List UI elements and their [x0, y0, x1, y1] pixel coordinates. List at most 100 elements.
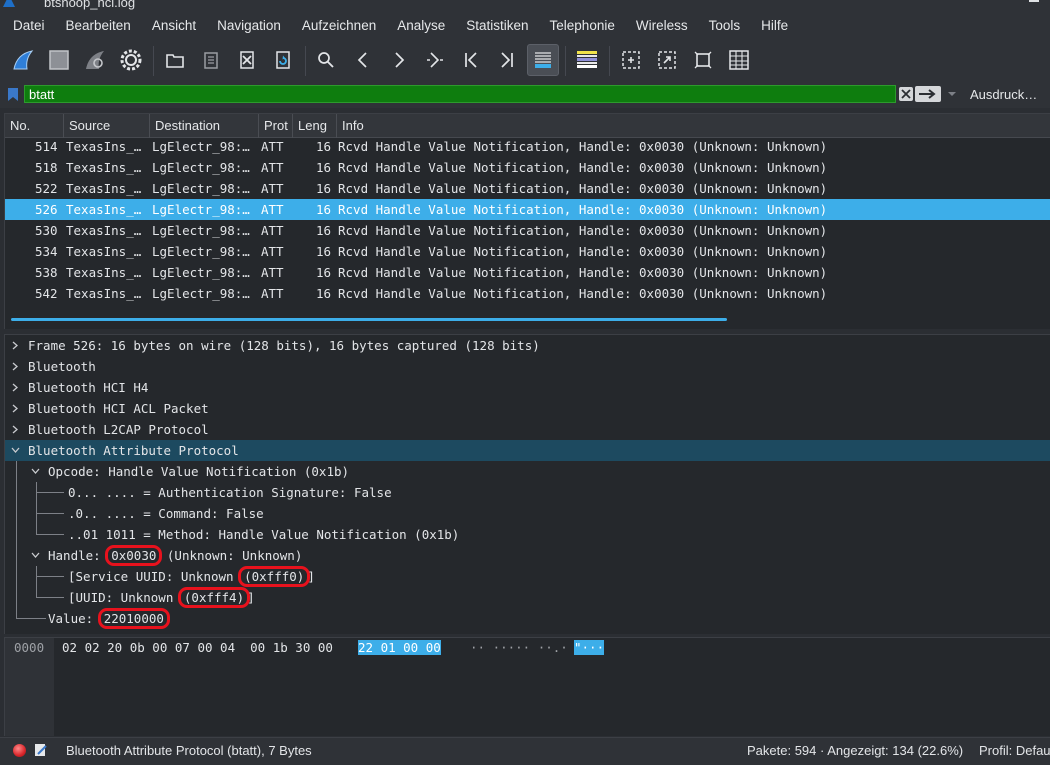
cell-info: Rcvd Handle Value Notification, Handle: …	[338, 223, 828, 238]
menu-wireless[interactable]: Wireless	[629, 18, 695, 33]
menu-navigation[interactable]: Navigation	[210, 18, 288, 33]
menubar: Datei Bearbeiten Ansicht Navigation Aufz…	[0, 10, 1050, 40]
menu-aufzeichnen[interactable]: Aufzeichnen	[295, 18, 383, 33]
chevron-right-icon[interactable]	[11, 362, 20, 371]
tree-node-label: Bluetooth L2CAP Protocol	[28, 422, 209, 437]
cell-no: 530	[35, 223, 58, 238]
table-row[interactable]: 522 TexasIns_… LgElectr_98:… ATT 16 Rcvd…	[5, 178, 1050, 199]
file-archive-icon[interactable]	[195, 44, 227, 76]
tree-node-frame[interactable]: Frame 526: 16 bytes on wire (128 bits), …	[5, 335, 1050, 356]
normal-size-icon[interactable]	[687, 44, 719, 76]
bookmark-icon[interactable]	[7, 87, 19, 102]
cell-no: 526	[35, 202, 58, 217]
open-folder-icon[interactable]	[159, 44, 191, 76]
cell-source: TexasIns_…	[66, 160, 142, 175]
search-icon[interactable]	[310, 44, 342, 76]
tree-leaf-value[interactable]: Value: 22010000	[5, 608, 1050, 629]
chevron-down-icon[interactable]	[31, 551, 40, 560]
bytes-offset: 0000	[14, 640, 45, 655]
tree-node-opcode[interactable]: Opcode: Handle Value Notification (0x1b)	[5, 461, 1050, 482]
menu-tools[interactable]: Tools	[702, 18, 748, 33]
cell-protocol: ATT	[261, 160, 284, 175]
back-arrow-icon[interactable]	[347, 44, 379, 76]
autoscroll-icon[interactable]	[527, 44, 559, 76]
cell-source: TexasIns_…	[66, 286, 142, 301]
tree-leaf-command[interactable]: .0.. .... = Command: False	[5, 503, 1050, 524]
packet-details-tree[interactable]: Frame 526: 16 bytes on wire (128 bits), …	[4, 334, 1050, 634]
horizontal-scrollbar[interactable]	[11, 318, 727, 321]
go-to-packet-icon[interactable]	[419, 44, 451, 76]
display-filter-input[interactable]: btatt	[24, 85, 896, 103]
tree-node-bluetooth[interactable]: Bluetooth	[5, 356, 1050, 377]
profile-indicator[interactable]: Profil: Default	[979, 743, 1050, 758]
cell-destination: LgElectr_98:…	[152, 202, 250, 217]
clear-filter-icon[interactable]	[898, 86, 914, 102]
minimize-icon[interactable]	[1028, 0, 1040, 6]
cell-destination: LgElectr_98:…	[152, 181, 250, 196]
chevron-right-icon[interactable]	[11, 341, 20, 350]
column-header-destination[interactable]: Destination	[150, 114, 259, 138]
expert-info-icon[interactable]	[13, 744, 26, 757]
status-bar: Bluetooth Attribute Protocol (btatt), 7 …	[0, 737, 1050, 765]
table-row[interactable]: 538 TexasIns_… LgElectr_98:… ATT 16 Rcvd…	[5, 262, 1050, 283]
packet-bytes-pane[interactable]: 0000 02 02 20 0b 00 07 00 04 00 1b 30 00…	[4, 637, 1050, 736]
table-row-selected[interactable]: 526 TexasIns_… LgElectr_98:… ATT 16 Rcvd…	[5, 199, 1050, 220]
tree-node-l2cap[interactable]: Bluetooth L2CAP Protocol	[5, 419, 1050, 440]
menu-telephonie[interactable]: Telephonie	[543, 18, 622, 33]
menu-datei[interactable]: Datei	[6, 18, 52, 33]
bytes-ascii-selected[interactable]: "···	[574, 640, 605, 655]
table-row[interactable]: 514 TexasIns_… LgElectr_98:… ATT 16 Rcvd…	[5, 136, 1050, 157]
tree-leaf-method[interactable]: ..01 1011 = Method: Handle Value Notific…	[5, 524, 1050, 545]
close-file-icon[interactable]	[231, 44, 263, 76]
expression-button[interactable]: Ausdruck…	[970, 87, 1037, 102]
shark-fin-restart-icon[interactable]	[79, 44, 111, 76]
table-row[interactable]: 518 TexasIns_… LgElectr_98:… ATT 16 Rcvd…	[5, 157, 1050, 178]
packet-list[interactable]: No. Source Destination Prot Leng Info 51…	[4, 113, 1050, 329]
chevron-down-icon[interactable]	[31, 467, 40, 476]
column-header-protocol[interactable]: Prot	[259, 114, 293, 138]
forward-arrow-icon[interactable]	[383, 44, 415, 76]
colorize-icon[interactable]	[571, 44, 603, 76]
shark-fin-start-icon[interactable]	[7, 44, 39, 76]
tree-node-hci-acl[interactable]: Bluetooth HCI ACL Packet	[5, 398, 1050, 419]
resize-columns-icon[interactable]	[723, 44, 755, 76]
table-row[interactable]: 534 TexasIns_… LgElectr_98:… ATT 16 Rcvd…	[5, 241, 1050, 262]
reload-icon[interactable]	[267, 44, 299, 76]
tree-node-label: Opcode: Handle Value Notification (0x1b)	[48, 464, 350, 479]
chevron-down-icon[interactable]	[945, 88, 959, 100]
column-header-info[interactable]: Info	[337, 114, 1050, 138]
menu-bearbeiten[interactable]: Bearbeiten	[59, 18, 138, 33]
tree-node-label: Frame 526: 16 bytes on wire (128 bits), …	[28, 338, 540, 353]
zoom-in-icon[interactable]	[615, 44, 647, 76]
menu-ansicht[interactable]: Ansicht	[145, 18, 203, 33]
table-row[interactable]: 530 TexasIns_… LgElectr_98:… ATT 16 Rcvd…	[5, 220, 1050, 241]
last-packet-icon[interactable]	[491, 44, 523, 76]
tree-leaf-auth-signature[interactable]: 0... .... = Authentication Signature: Fa…	[5, 482, 1050, 503]
menu-analyse[interactable]: Analyse	[390, 18, 452, 33]
tree-node-handle[interactable]: Handle: 0x0030 (Unknown: Unknown)	[5, 545, 1050, 566]
tree-node-label: Bluetooth HCI ACL Packet	[28, 401, 209, 416]
gear-options-icon[interactable]	[115, 44, 147, 76]
column-header-source[interactable]: Source	[64, 114, 150, 138]
menu-hilfe[interactable]: Hilfe	[754, 18, 795, 33]
chevron-right-icon[interactable]	[11, 404, 20, 413]
tree-node-hci-h4[interactable]: Bluetooth HCI H4	[5, 377, 1050, 398]
cell-info: Rcvd Handle Value Notification, Handle: …	[338, 202, 828, 217]
chevron-right-icon[interactable]	[11, 425, 20, 434]
tree-leaf-service-uuid[interactable]: [Service UUID: Unknown (0xfff0)]	[5, 566, 1050, 587]
chevron-down-icon[interactable]	[11, 446, 20, 455]
tree-node-att[interactable]: Bluetooth Attribute Protocol	[5, 440, 1050, 461]
column-header-no[interactable]: No.	[5, 114, 64, 138]
table-row[interactable]: 542 TexasIns_… LgElectr_98:… ATT 16 Rcvd…	[5, 283, 1050, 304]
menu-statistiken[interactable]: Statistiken	[459, 18, 535, 33]
zoom-out-icon[interactable]	[651, 44, 683, 76]
stop-square-icon[interactable]	[43, 44, 75, 76]
toolbar-separator	[609, 46, 610, 76]
first-packet-icon[interactable]	[455, 44, 487, 76]
column-header-length[interactable]: Leng	[293, 114, 337, 138]
tree-leaf-uuid[interactable]: [UUID: Unknown (0xfff4)]	[5, 587, 1050, 608]
chevron-right-icon[interactable]	[11, 383, 20, 392]
bytes-hex-selected[interactable]: 22 01 00 00	[358, 640, 441, 655]
apply-filter-arrow-icon[interactable]	[915, 86, 941, 102]
capture-comment-icon[interactable]	[34, 743, 48, 757]
